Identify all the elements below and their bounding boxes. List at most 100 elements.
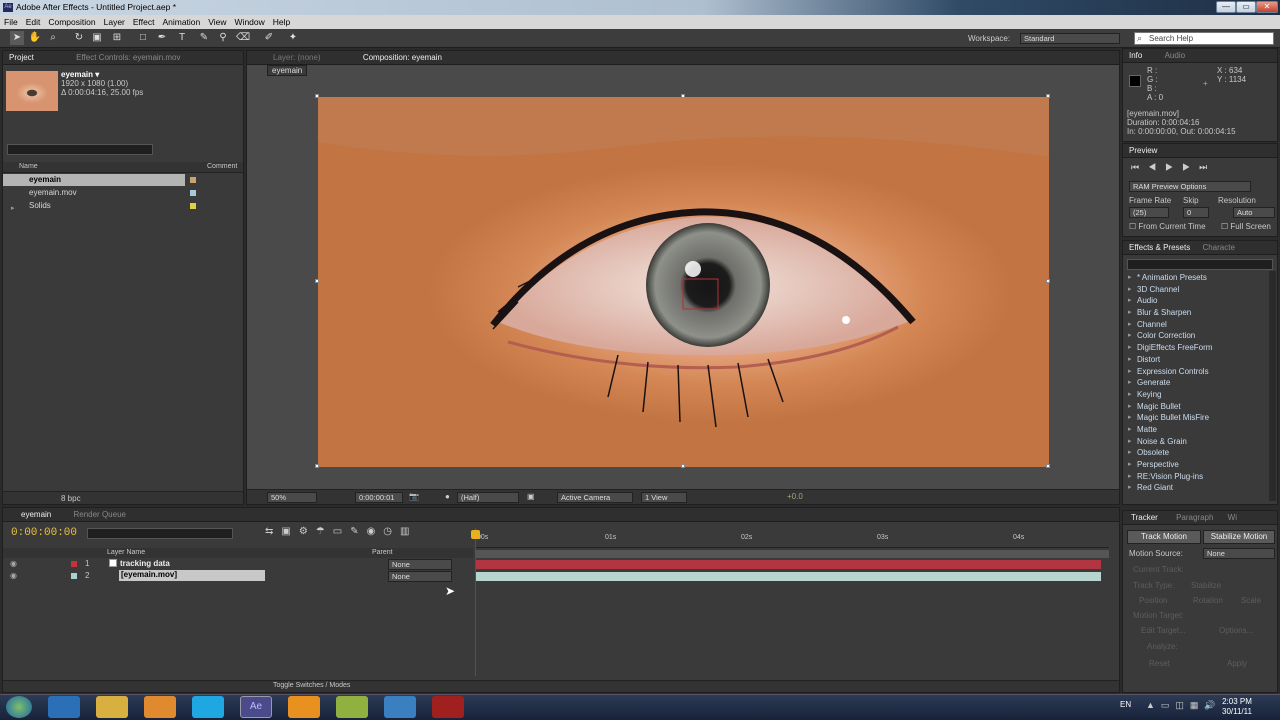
notes-icon[interactable] — [336, 696, 368, 718]
tab-layer[interactable]: Layer: (none) — [273, 53, 321, 62]
tab-tracker[interactable]: Tracker — [1131, 513, 1158, 522]
frame-handle[interactable] — [1046, 94, 1050, 98]
stabilize-motion-button[interactable]: Stabilize Motion — [1203, 530, 1275, 544]
frame-handle[interactable] — [315, 279, 319, 283]
clone-stamp-tool-icon[interactable]: ⚲ — [216, 31, 230, 45]
time-ruler[interactable]: 00s 01s 02s 03s 04s — [475, 526, 1109, 548]
layer-name[interactable]: [eyemain.mov] — [119, 570, 265, 581]
effect-category[interactable]: Keying — [1125, 389, 1265, 401]
layer-row[interactable]: ◉ 2 [eyemain.mov] None — [3, 570, 473, 582]
col-comment[interactable]: Comment — [207, 163, 237, 170]
browser-icon[interactable] — [384, 696, 416, 718]
menu-window[interactable]: Window — [235, 17, 265, 27]
camera-dropdown[interactable]: Active Camera — [557, 492, 633, 503]
tray-icons[interactable]: ▲▭◫▦🔊 — [1146, 700, 1222, 711]
workspace-dropdown[interactable]: Standard — [1020, 33, 1120, 44]
visibility-eye-icon[interactable]: ◉ — [10, 559, 17, 568]
effect-category[interactable]: Channel — [1125, 319, 1265, 331]
tab-effects-presets[interactable]: Effects & Presets — [1129, 243, 1190, 252]
effect-category[interactable]: Red Giant — [1125, 482, 1265, 494]
brush-tool-icon[interactable]: ✎ — [197, 31, 211, 45]
bpc-button[interactable]: 8 bpc — [61, 494, 81, 503]
file-explorer-icon[interactable] — [96, 696, 128, 718]
minimize-button[interactable]: — — [1216, 1, 1236, 13]
menu-file[interactable]: File — [4, 17, 18, 27]
puppet-tool-icon[interactable]: ✦ — [286, 31, 300, 45]
tab-wiggler[interactable]: Wi — [1228, 513, 1237, 522]
frame-handle[interactable] — [681, 464, 685, 468]
full-screen-checkbox[interactable]: ☐ Full Screen — [1221, 222, 1271, 231]
type-tool-icon[interactable]: T — [175, 31, 189, 45]
close-button[interactable]: ✕ — [1256, 1, 1278, 13]
project-item-eyemain[interactable]: eyemain — [3, 174, 185, 186]
resolution-dropdown[interactable]: (Half) — [457, 492, 519, 503]
outlook-icon[interactable] — [288, 696, 320, 718]
folder-expand-icon[interactable]: ▸ — [11, 204, 15, 212]
tab-effect-controls[interactable]: Effect Controls: eyemain.mov — [76, 53, 180, 62]
col-layer-name[interactable]: Layer Name — [107, 549, 145, 556]
composition-frame[interactable] — [318, 97, 1049, 467]
layer-bar-eyemain-mov[interactable] — [475, 572, 1101, 581]
timeline-switches-icons[interactable]: ⇆▣⚙☂▭✎◉◷▥ — [265, 526, 417, 537]
tab-audio[interactable]: Audio — [1165, 51, 1185, 60]
menu-edit[interactable]: Edit — [26, 17, 41, 27]
comp-breadcrumb[interactable]: eyemain — [267, 65, 308, 76]
start-button[interactable] — [6, 696, 32, 718]
resolution-dropdown[interactable]: Auto — [1233, 207, 1275, 218]
effect-category[interactable]: Matte — [1125, 424, 1265, 436]
effect-category[interactable]: Generate — [1125, 377, 1265, 389]
motion-source-dropdown[interactable]: None — [1203, 548, 1275, 559]
pan-behind-tool-icon[interactable]: ⊞ — [110, 31, 124, 45]
effect-category[interactable]: Audio — [1125, 295, 1265, 307]
effect-category[interactable]: Magic Bullet MisFire — [1125, 412, 1265, 424]
ram-preview-dropdown[interactable]: RAM Preview Options — [1129, 181, 1251, 192]
exposure-value[interactable]: +0.0 — [787, 492, 803, 501]
tab-character[interactable]: Characte — [1202, 243, 1234, 252]
col-name[interactable]: Name — [19, 163, 38, 170]
internet-explorer-icon[interactable] — [48, 696, 80, 718]
menu-effect[interactable]: Effect — [133, 17, 155, 27]
maximize-button[interactable]: ▭ — [1236, 1, 1256, 13]
effects-search-input[interactable] — [1127, 259, 1273, 270]
layer-bar-tracking-data[interactable] — [475, 560, 1101, 569]
item-name[interactable]: eyemain ▾ — [61, 70, 99, 79]
effect-category[interactable]: Magic Bullet — [1125, 401, 1265, 413]
language-indicator[interactable]: EN — [1120, 700, 1131, 709]
effect-category[interactable]: 3D Channel — [1125, 284, 1265, 296]
tab-timeline-eyemain[interactable]: eyemain — [21, 510, 51, 519]
frame-handle[interactable] — [681, 94, 685, 98]
playback-controls[interactable]: ⏮◀▶▶⏭ — [1131, 162, 1216, 173]
layer-label-swatch[interactable] — [71, 573, 77, 579]
tab-preview[interactable]: Preview — [1129, 146, 1157, 155]
tab-composition[interactable]: Composition: eyemain — [363, 53, 442, 62]
frame-rate-dropdown[interactable]: (25) — [1129, 207, 1169, 218]
layer-row[interactable]: ◉ 1 tracking data None — [3, 559, 473, 570]
visibility-eye-icon[interactable]: ◉ — [10, 571, 17, 580]
effect-category[interactable]: Noise & Grain — [1125, 436, 1265, 448]
frame-handle[interactable] — [315, 94, 319, 98]
tab-paragraph[interactable]: Paragraph — [1176, 513, 1213, 522]
effect-category[interactable]: Obsolete — [1125, 447, 1265, 459]
hand-tool-icon[interactable]: ✋ — [28, 31, 42, 45]
toggle-switches-modes[interactable]: Toggle Switches / Modes — [273, 682, 350, 689]
frame-handle[interactable] — [1046, 279, 1050, 283]
col-parent[interactable]: Parent — [372, 549, 393, 556]
track-motion-button[interactable]: Track Motion — [1127, 530, 1201, 544]
menu-animation[interactable]: Animation — [162, 17, 200, 27]
project-search-input[interactable] — [7, 144, 153, 155]
effects-scrollbar[interactable] — [1269, 271, 1276, 501]
layer-name[interactable]: tracking data — [120, 559, 170, 568]
skip-dropdown[interactable]: 0 — [1183, 207, 1209, 218]
menu-help[interactable]: Help — [273, 17, 290, 27]
clock[interactable]: 2:03 PM 30/11/11 — [1222, 697, 1252, 717]
magnification-dropdown[interactable]: 50% — [267, 492, 317, 503]
menu-view[interactable]: View — [208, 17, 226, 27]
view-layout-dropdown[interactable]: 1 View — [641, 492, 687, 503]
playhead[interactable] — [475, 528, 476, 676]
selection-tool-icon[interactable]: ➤ — [10, 31, 24, 45]
menu-composition[interactable]: Composition — [48, 17, 95, 27]
tab-info[interactable]: Info — [1129, 51, 1142, 60]
effect-category[interactable]: * Animation Presets — [1125, 272, 1265, 284]
work-area-bar[interactable] — [475, 550, 1109, 558]
channel-icon[interactable]: ● — [445, 492, 450, 501]
